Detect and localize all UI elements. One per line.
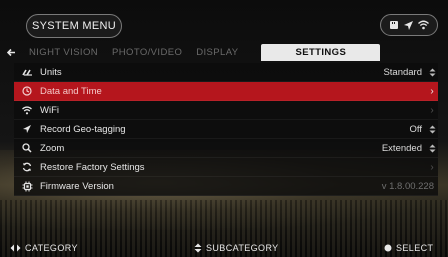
up-down-stepper-icon[interactable]: [426, 68, 438, 77]
setting-value: Extended: [381, 142, 422, 154]
tab-photo-video[interactable]: PHOTO/VIDEO: [105, 44, 189, 61]
category-tabs: NIGHT VISION PHOTO/VIDEO DISPLAY SETTING…: [0, 44, 448, 61]
setting-wifi[interactable]: WiFi ›: [14, 101, 438, 120]
setting-label: WiFi: [40, 104, 59, 116]
settings-list: Units Standard Data and Time › WiFi › Re…: [14, 63, 438, 196]
setting-label: Units: [40, 66, 62, 78]
wifi-icon: [14, 105, 40, 115]
clock-icon: [14, 86, 40, 96]
category-hint-label: CATEGORY: [25, 243, 78, 253]
magnifier-icon: [14, 143, 40, 153]
setting-restore-factory[interactable]: Restore Factory Settings ›: [14, 158, 438, 177]
select-dot-icon: [384, 244, 392, 252]
chevron-right-icon: ›: [430, 104, 434, 116]
setting-units[interactable]: Units Standard: [14, 63, 438, 82]
select-hint-label: SELECT: [396, 243, 434, 253]
chevron-right-icon: ›: [430, 85, 434, 97]
tab-settings[interactable]: SETTINGS: [261, 44, 381, 61]
back-arrow-icon: [6, 48, 15, 57]
category-hint: CATEGORY: [10, 243, 78, 253]
setting-value: Standard: [383, 66, 422, 78]
select-hint: SELECT: [384, 243, 433, 253]
setting-label: Zoom: [40, 142, 65, 154]
up-down-stepper-icon[interactable]: [426, 125, 438, 134]
setting-label: Data and Time: [40, 85, 102, 97]
subcategory-hint-label: SUBCATEGORY: [206, 243, 279, 253]
chip-icon: [14, 181, 40, 192]
tab-display[interactable]: DISPLAY: [189, 44, 245, 61]
setting-label: Firmware Version: [40, 180, 114, 192]
menu-title: SYSTEM MENU: [26, 14, 122, 38]
wifi-icon: [418, 20, 429, 30]
status-indicators: [380, 14, 438, 36]
control-hints: CATEGORY SUBCATEGORY SELECT: [0, 242, 448, 257]
back-button[interactable]: [0, 48, 22, 57]
ruler-icon: [14, 68, 40, 77]
up-down-stepper-icon[interactable]: [426, 144, 438, 153]
setting-geo-tagging[interactable]: Record Geo-tagging Off: [14, 120, 438, 139]
gps-icon: [404, 20, 413, 30]
subcategory-hint: SUBCATEGORY: [194, 243, 279, 253]
setting-value: Off: [409, 123, 423, 135]
setting-firmware-version: Firmware Version v 1.8.00.228: [14, 177, 438, 196]
setting-label: Restore Factory Settings: [40, 161, 145, 173]
up-down-arrows-icon: [194, 243, 202, 253]
tab-night-vision[interactable]: NIGHT VISION: [22, 44, 105, 61]
location-arrow-icon: [14, 124, 40, 134]
setting-label: Record Geo-tagging: [40, 123, 126, 135]
setting-date-time[interactable]: Data and Time ›: [14, 82, 438, 101]
firmware-version-value: v 1.8.00.228: [381, 180, 434, 192]
sd-card-icon: [390, 21, 398, 29]
refresh-icon: [14, 162, 40, 172]
header: SYSTEM MENU: [0, 0, 448, 44]
chevron-right-icon: ›: [430, 161, 434, 173]
left-right-arrows-icon: [10, 244, 21, 252]
setting-zoom[interactable]: Zoom Extended: [14, 139, 438, 158]
